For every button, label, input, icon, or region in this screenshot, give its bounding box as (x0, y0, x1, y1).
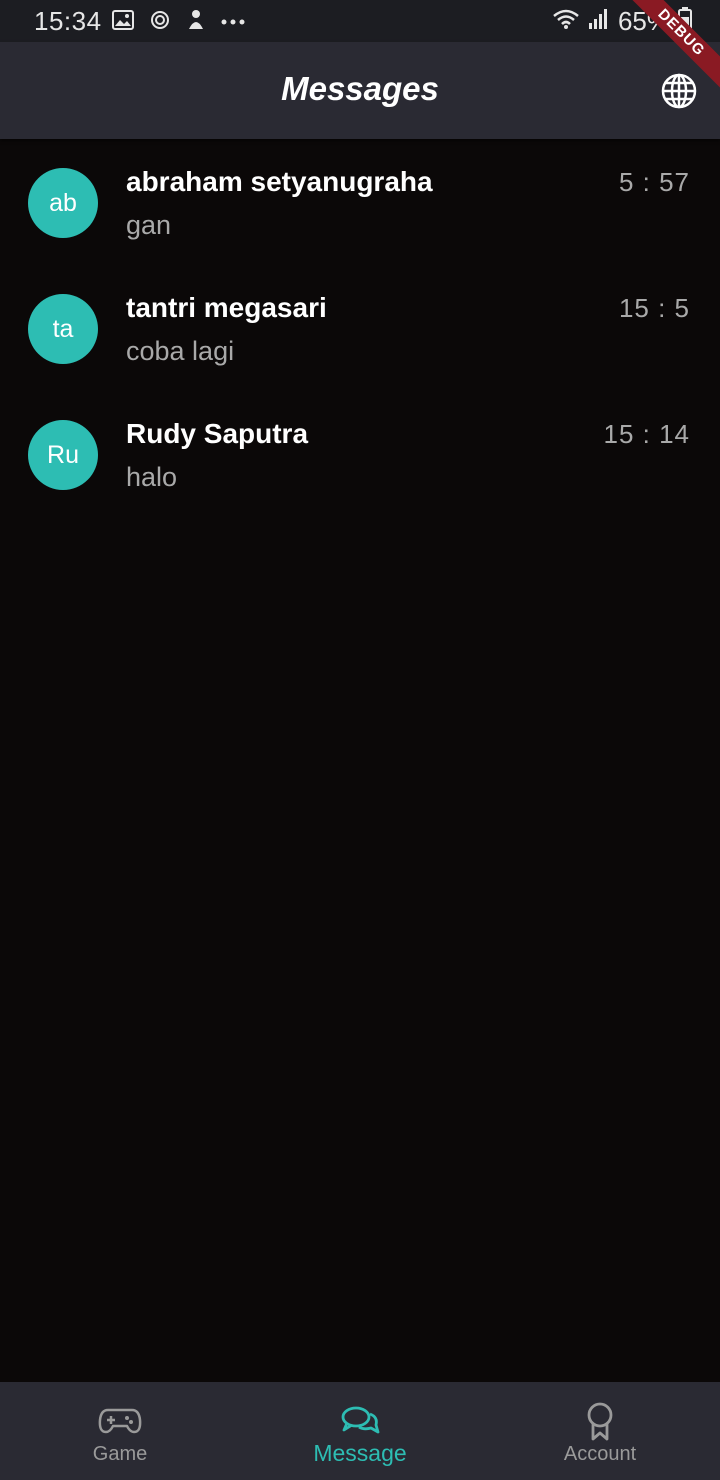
message-time: 15 : 14 (603, 419, 690, 449)
message-list: ab abraham setyanugraha gan 5 : 57 ta ta… (0, 139, 720, 517)
image-icon (112, 9, 134, 35)
message-time: 5 : 57 (618, 167, 690, 197)
bottom-nav: Game Message Account (0, 1382, 720, 1480)
message-time: 15 : 5 (618, 293, 690, 323)
nav-label: Account (563, 1443, 637, 1465)
wifi-icon (552, 8, 580, 35)
chat-bubbles-icon (338, 1402, 382, 1440)
avatar: Ru (28, 420, 98, 490)
app-bar: Messages (0, 42, 720, 139)
contact-name: abraham setyanugraha (126, 166, 433, 197)
language-button[interactable] (660, 72, 698, 115)
contact-name: Rudy Saputra (126, 418, 309, 449)
status-bar: 15:34 65% (0, 0, 720, 42)
list-item[interactable]: Ru Rudy Saputra halo 15 : 14 (0, 391, 720, 517)
nav-item-message[interactable]: Message (240, 1382, 480, 1480)
status-notification-icons (112, 8, 246, 36)
message-preview: coba lagi (126, 336, 235, 366)
contact-name: tantri megasari (126, 292, 327, 323)
nav-label: Message (313, 1440, 407, 1466)
sync-icon (148, 10, 172, 35)
nav-label: Game (92, 1443, 148, 1465)
globe-icon (660, 72, 698, 115)
nav-item-account[interactable]: Account (480, 1382, 720, 1480)
message-preview: halo (126, 462, 178, 492)
list-item[interactable]: ab abraham setyanugraha gan 5 : 57 (0, 139, 720, 265)
avatar: ab (28, 168, 98, 238)
nav-item-game[interactable]: Game (0, 1382, 240, 1480)
more-dots-icon (220, 13, 246, 31)
award-icon (578, 1402, 622, 1441)
status-time: 15:34 (34, 6, 102, 36)
person-icon (186, 9, 206, 36)
signal-icon (588, 8, 608, 35)
list-item[interactable]: ta tantri megasari coba lagi 15 : 5 (0, 265, 720, 391)
avatar: ta (28, 294, 98, 364)
message-preview: gan (126, 210, 172, 240)
page-title: Messages (281, 70, 439, 107)
gamepad-icon (98, 1402, 142, 1440)
